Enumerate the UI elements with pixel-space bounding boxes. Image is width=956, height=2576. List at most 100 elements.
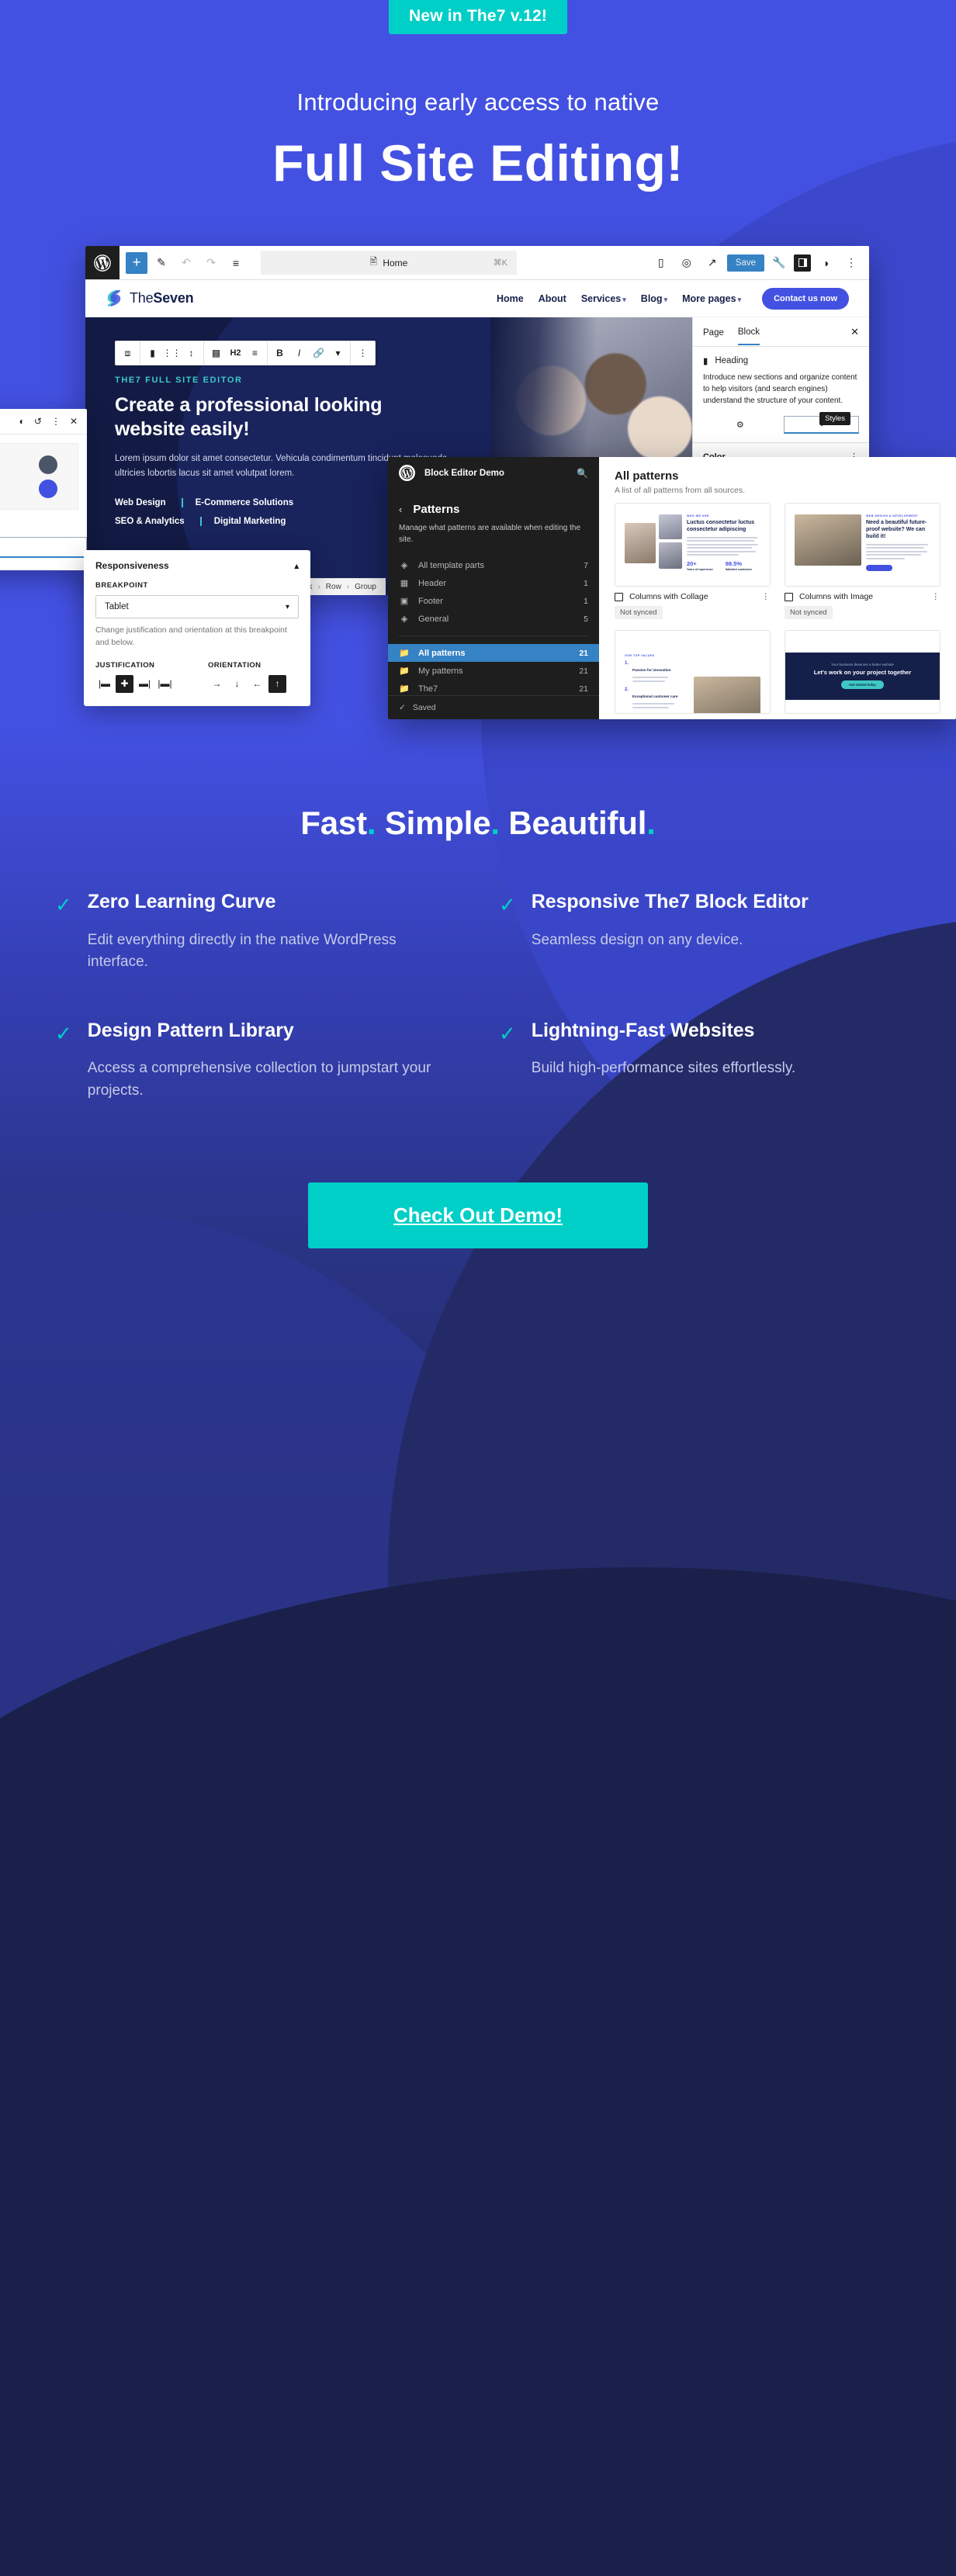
chevron-up-icon[interactable]: ▴ (294, 561, 299, 571)
heading-level-button[interactable]: H2 (226, 343, 245, 363)
styles-item-shadows[interactable]: Shadows (0, 558, 87, 570)
add-block-button[interactable]: + (126, 251, 147, 274)
more-options-icon[interactable]: ⋮ (353, 343, 372, 363)
layers-icon: ◈ (400, 561, 408, 571)
close-icon[interactable]: ✕ (70, 416, 78, 427)
drag-handle-icon[interactable]: ⋮⋮ (162, 343, 182, 363)
gear-icon[interactable]: ⚙ (703, 416, 778, 434)
list-view-icon[interactable]: ≡ (225, 252, 247, 274)
styles-item-colors[interactable]: Colors (0, 537, 87, 559)
arrow-left-icon[interactable]: ← (248, 675, 266, 693)
justify-space-between-icon[interactable]: |▬| (156, 675, 174, 693)
tab-page[interactable]: Page (703, 320, 724, 345)
tab-block[interactable]: Block (737, 319, 760, 345)
justify-right-icon[interactable]: ▬| (136, 675, 154, 693)
pattern-checkbox[interactable] (785, 592, 793, 601)
styles-menu: Typography Colors Shadows Layout (0, 518, 87, 570)
redo-icon[interactable]: ↷ (200, 252, 222, 274)
pattern-checkbox[interactable] (615, 592, 623, 601)
thumb-collage: OUR TOP VALUES 1. Passion for innovation (615, 631, 770, 714)
nav-item-services[interactable]: Services ▾ (581, 293, 626, 304)
pattern-card[interactable]: Your business deserves a better website … (785, 630, 940, 719)
pattern-nav-footer[interactable]: ▣ Footer 1 (388, 592, 599, 610)
move-updown-icon[interactable]: ↕ (182, 343, 201, 363)
align-icon[interactable]: ▩ (206, 343, 226, 363)
arrow-up-icon[interactable]: ↑ (268, 674, 286, 693)
revisions-icon[interactable]: ↺ (34, 416, 42, 427)
nav-item-home[interactable]: Home (497, 293, 524, 304)
chevron-left-icon[interactable]: ‹ (399, 504, 402, 515)
wrench-icon[interactable]: 🔧 (768, 252, 790, 274)
orientation-label: ORIENTATION (208, 660, 262, 670)
heading-block-icon[interactable]: ▮ (143, 343, 162, 363)
more-options-icon[interactable]: ⋮ (932, 592, 941, 601)
sidebar-toggle-icon[interactable] (794, 254, 811, 272)
feature-text: Edit everything directly in the native W… (87, 931, 397, 971)
close-icon[interactable]: ✕ (850, 326, 859, 338)
breakpoint-value: Tablet (105, 602, 129, 612)
nav-item-more-pages[interactable]: More pages ▾ (682, 293, 741, 304)
more-options-icon[interactable]: ⋮ (762, 592, 771, 601)
copy-blocks-icon[interactable]: ⧈ (118, 343, 137, 363)
pattern-card[interactable]: WEB DESIGN & DEVELOPMENT Need a beautifu… (785, 503, 941, 620)
pattern-card[interactable]: OUR TOP VALUES 1. Passion for innovation (615, 630, 771, 719)
editor-tools: + ✎ ↶ ↷ ≡ (120, 246, 253, 279)
search-icon[interactable]: 🔍 (577, 468, 588, 479)
breakpoint-select[interactable]: Tablet ▾ (95, 595, 299, 619)
palette-swatch-dark (39, 455, 57, 474)
pattern-thumbnail[interactable]: WEB DESIGN & DEVELOPMENT Need a beautifu… (785, 503, 940, 587)
pattern-nav-my-patterns[interactable]: 📁 My patterns 21 (388, 662, 599, 680)
feature-body: Lightning-Fast Websites Build high-perfo… (532, 1019, 795, 1103)
pattern-thumbnail[interactable]: WHO WE ARE Luctus consectetur luctus con… (615, 503, 771, 587)
arrow-right-icon[interactable]: → (208, 675, 226, 693)
check-out-demo-button[interactable]: Check Out Demo! (307, 1182, 649, 1249)
styles-item-typography[interactable]: Typography (0, 518, 87, 537)
undo-icon[interactable]: ↶ (175, 252, 197, 274)
desktop-icon[interactable]: ▯ (650, 252, 672, 274)
wordpress-icon[interactable] (85, 246, 120, 280)
thumb-eyebrow: WHO WE ARE (687, 514, 710, 518)
pattern-thumbnail[interactable]: OUR TOP VALUES 1. Passion for innovation (615, 630, 771, 715)
pattern-nav-count: 21 (579, 666, 588, 676)
contact-button[interactable]: Contact us now (762, 287, 849, 310)
pattern-thumbnail[interactable]: Your business deserves a better website … (785, 630, 940, 715)
external-link-icon[interactable]: ↗ (701, 252, 723, 274)
preview-icon[interactable]: ◎ (676, 252, 698, 274)
pattern-nav-all-template-parts[interactable]: ◈ All template parts 7 (388, 556, 599, 574)
thumb-collage: WHO WE ARE Luctus consectetur luctus con… (615, 504, 770, 582)
nav-item-blog[interactable]: Blog ▾ (641, 293, 667, 304)
thumb-text: WEB DESIGN & DEVELOPMENT Need a beautifu… (866, 514, 930, 575)
chevron-down-icon: ▾ (285, 602, 289, 611)
breadcrumb-item[interactable]: Group (355, 583, 376, 591)
document-shortcut: ⌘K (493, 258, 507, 268)
styles-contrast-icon[interactable]: ◑ (815, 252, 836, 274)
styles-preview[interactable]: Aa (0, 443, 78, 511)
pattern-sync-badge: Not synced (615, 606, 663, 620)
chevron-down-icon[interactable]: ▾ (328, 343, 348, 363)
justify-center-icon[interactable]: ✚ (116, 674, 133, 693)
pattern-nav-all-patterns[interactable]: 📁 All patterns 21 (388, 644, 599, 663)
wordpress-icon[interactable] (399, 465, 415, 482)
canvas-heading[interactable]: Create a professional looking website ea… (115, 393, 449, 441)
more-options-icon[interactable]: ⋮ (840, 252, 862, 274)
breadcrumb-item[interactable]: Row (326, 583, 341, 591)
save-status[interactable]: ✓ Saved (388, 695, 599, 719)
nav-item-about[interactable]: About (539, 293, 566, 304)
folder-icon: 📁 (399, 684, 410, 694)
justify-left-icon[interactable]: |▬ (95, 675, 113, 693)
text-align-icon[interactable]: ≡ (245, 343, 265, 363)
bold-button[interactable]: B (270, 343, 289, 363)
pattern-card[interactable]: WHO WE ARE Luctus consectetur luctus con… (615, 503, 771, 620)
italic-button[interactable]: I (289, 343, 309, 363)
preview-icon[interactable]: ◐ (19, 416, 25, 427)
orientation-buttons: → ↓ ← ↑ (208, 674, 286, 693)
pattern-nav-general[interactable]: ◈ General 5 (388, 610, 599, 628)
save-button[interactable]: Save (726, 254, 764, 272)
arrow-down-icon[interactable]: ↓ (228, 675, 246, 693)
pencil-icon[interactable]: ✎ (151, 252, 172, 274)
site-nav: Home About Services ▾ Blog ▾ More pages ▾ C… (497, 287, 849, 310)
document-bar[interactable]: 🖹 Home ⌘K (261, 251, 517, 275)
pattern-nav-header[interactable]: ▦ Header 1 (388, 574, 599, 592)
more-options-icon[interactable]: ⋮ (51, 416, 61, 427)
link-icon[interactable]: 🔗 (309, 343, 328, 363)
